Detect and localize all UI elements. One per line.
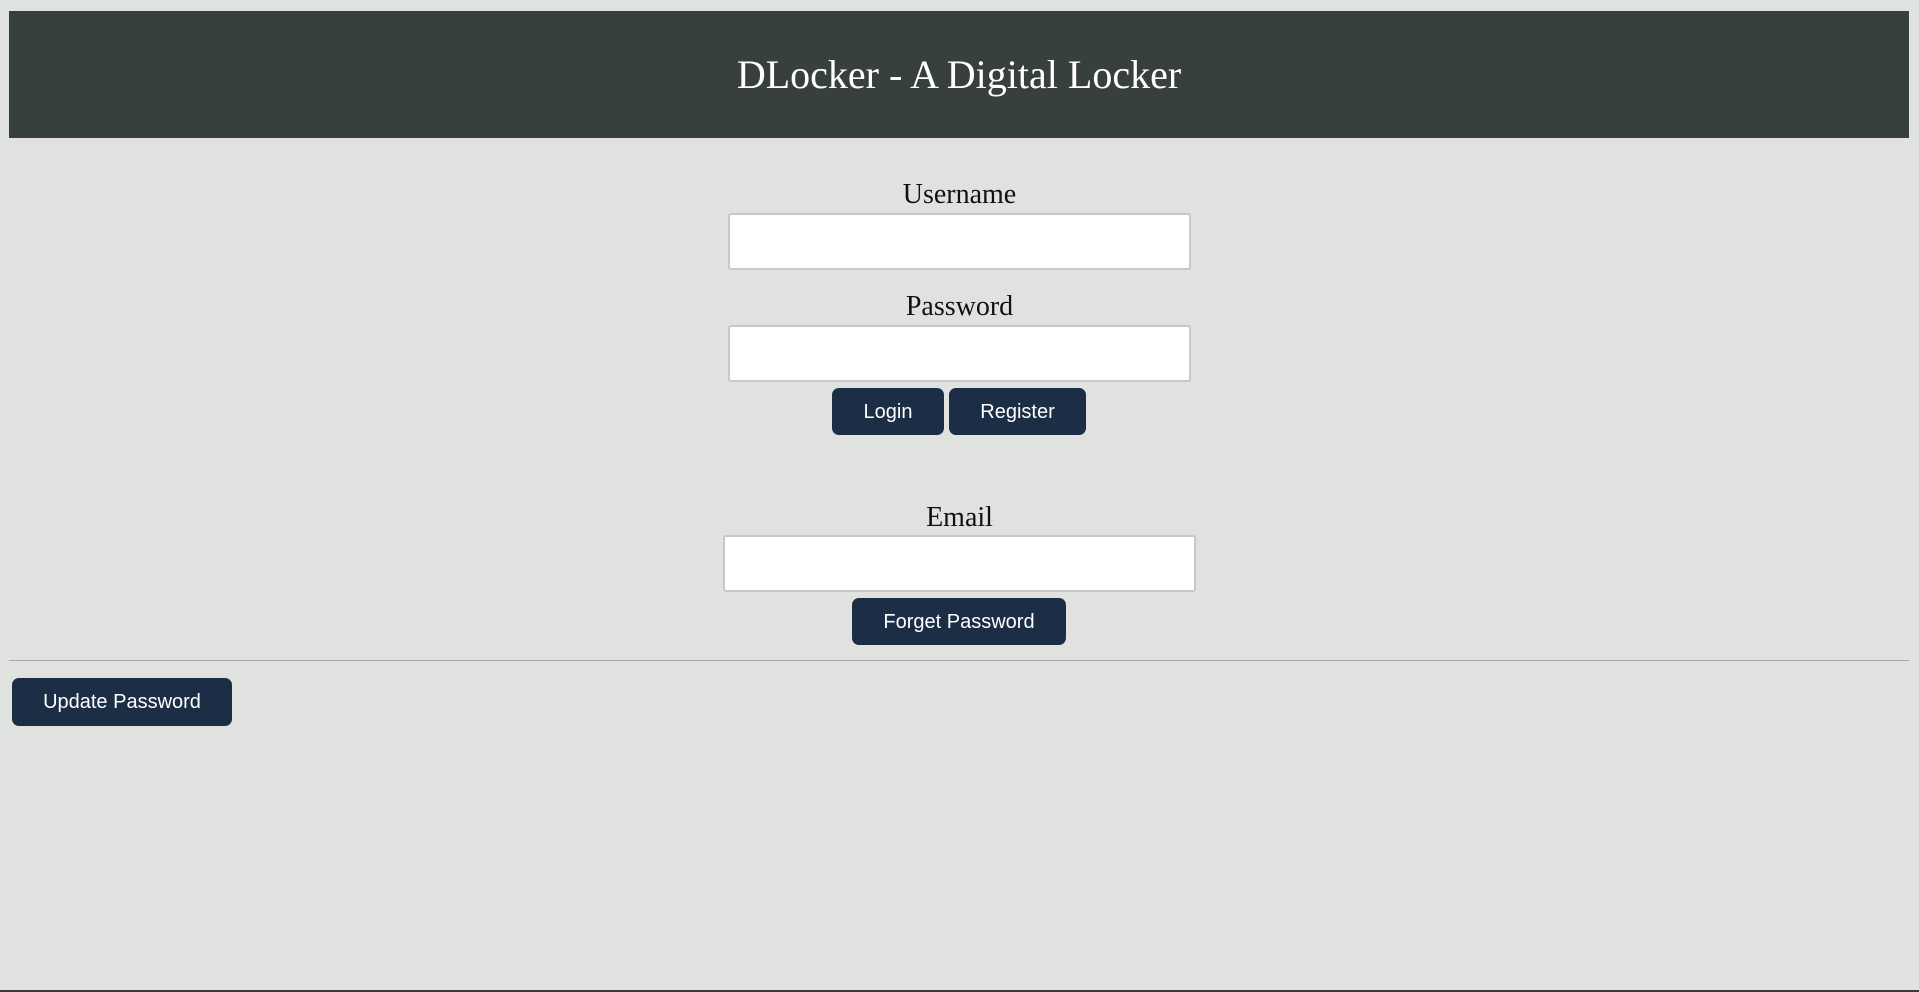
register-button[interactable]: Register	[949, 388, 1086, 435]
update-password-button[interactable]: Update Password	[12, 678, 232, 726]
password-label: Password	[905, 291, 1014, 322]
page-header: DLocker - A Digital Locker	[9, 11, 1909, 138]
forget-password-button[interactable]: Forget Password	[852, 598, 1066, 645]
section-divider	[9, 660, 1909, 661]
email-label: Email	[926, 502, 993, 533]
password-input[interactable]	[728, 325, 1191, 382]
username-input[interactable]	[728, 213, 1191, 270]
username-label: Username	[902, 179, 1017, 210]
email-input[interactable]	[723, 535, 1196, 592]
page-title: DLocker - A Digital Locker	[736, 51, 1182, 97]
login-button[interactable]: Login	[832, 388, 944, 435]
